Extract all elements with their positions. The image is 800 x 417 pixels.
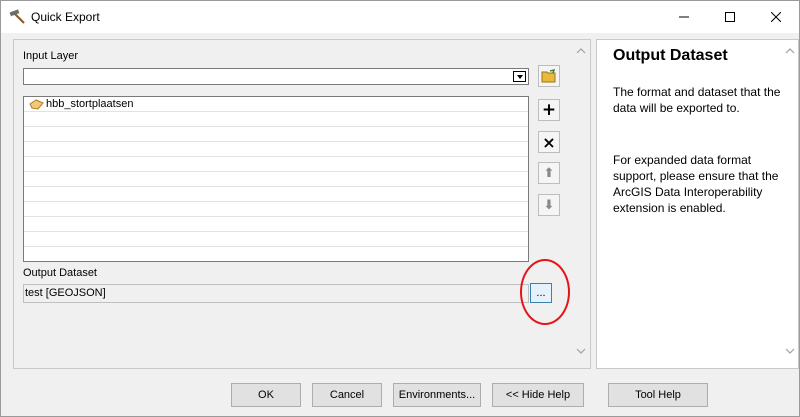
input-layer-combo[interactable] — [23, 68, 529, 85]
window-title: Quick Export — [31, 10, 100, 24]
scroll-up-icon[interactable] — [576, 46, 586, 56]
title-bar: Quick Export — [1, 1, 799, 33]
open-folder-button[interactable] — [538, 65, 560, 87]
open-folder-icon — [541, 69, 556, 83]
cancel-label: Cancel — [329, 389, 365, 401]
quick-export-dialog: Quick Export Input Layer hbb_stortplaats… — [0, 0, 800, 417]
add-layer-button[interactable]: + — [538, 99, 560, 121]
minimize-icon — [679, 16, 689, 18]
layer-list[interactable]: hbb_stortplaatsen — [23, 96, 529, 262]
environments-button[interactable]: Environments... — [393, 383, 481, 407]
help-paragraph-2: For expanded data format support, please… — [613, 153, 779, 215]
layer-row[interactable]: hbb_stortplaatsen — [24, 97, 528, 112]
layer-row[interactable] — [24, 217, 528, 232]
hide-help-button[interactable]: << Hide Help — [492, 383, 584, 407]
remove-layer-button[interactable]: × — [538, 131, 560, 153]
scroll-up-icon[interactable] — [785, 46, 795, 56]
close-button[interactable] — [753, 1, 799, 33]
layer-row[interactable] — [24, 142, 528, 157]
layer-name: hbb_stortplaatsen — [46, 98, 134, 110]
input-layer-label: Input Layer — [23, 50, 79, 62]
tool-help-label: Tool Help — [635, 389, 681, 401]
help-scrollbar[interactable] — [781, 40, 798, 368]
parameters-panel: Input Layer hbb_stortplaatsen + × ⬆ ⬇ Ou… — [13, 39, 591, 369]
help-paragraph-1: The format and dataset that the data wil… — [613, 85, 781, 115]
layer-row[interactable] — [24, 112, 528, 127]
polygon-layer-icon — [29, 99, 44, 110]
arrow-down-icon: ⬇ — [543, 197, 555, 213]
arrow-up-icon: ⬆ — [543, 165, 555, 181]
layer-row[interactable] — [24, 202, 528, 217]
help-panel: Output Dataset The format and dataset th… — [596, 39, 799, 369]
dropdown-arrow-icon[interactable] — [513, 71, 526, 82]
form-scrollbar[interactable] — [572, 40, 590, 368]
environments-label: Environments... — [398, 389, 476, 401]
layer-row[interactable] — [24, 157, 528, 172]
maximize-icon — [725, 12, 735, 22]
hammer-icon — [9, 9, 25, 24]
move-down-button[interactable]: ⬇ — [538, 194, 560, 216]
highlight-circle — [520, 259, 570, 325]
help-title: Output Dataset — [613, 47, 728, 64]
ok-label: OK — [258, 389, 274, 401]
output-dataset-label: Output Dataset — [23, 267, 97, 279]
plus-icon: + — [541, 100, 557, 120]
output-dataset-field[interactable]: test [GEOJSON] — [23, 284, 529, 303]
move-up-button[interactable]: ⬆ — [538, 162, 560, 184]
cancel-button[interactable]: Cancel — [312, 383, 382, 407]
close-icon — [771, 12, 781, 22]
hide-help-label: << Hide Help — [505, 389, 571, 401]
ok-button[interactable]: OK — [231, 383, 301, 407]
tool-help-button[interactable]: Tool Help — [608, 383, 708, 407]
layer-row[interactable] — [24, 232, 528, 247]
layer-row[interactable] — [24, 127, 528, 142]
output-dataset-value: test [GEOJSON] — [25, 287, 106, 299]
layer-row[interactable] — [24, 187, 528, 202]
scroll-down-icon[interactable] — [785, 346, 795, 356]
minimize-button[interactable] — [661, 1, 707, 33]
maximize-button[interactable] — [707, 1, 753, 33]
remove-icon: × — [542, 132, 556, 152]
layer-row[interactable] — [24, 172, 528, 187]
scroll-down-icon[interactable] — [576, 346, 586, 356]
